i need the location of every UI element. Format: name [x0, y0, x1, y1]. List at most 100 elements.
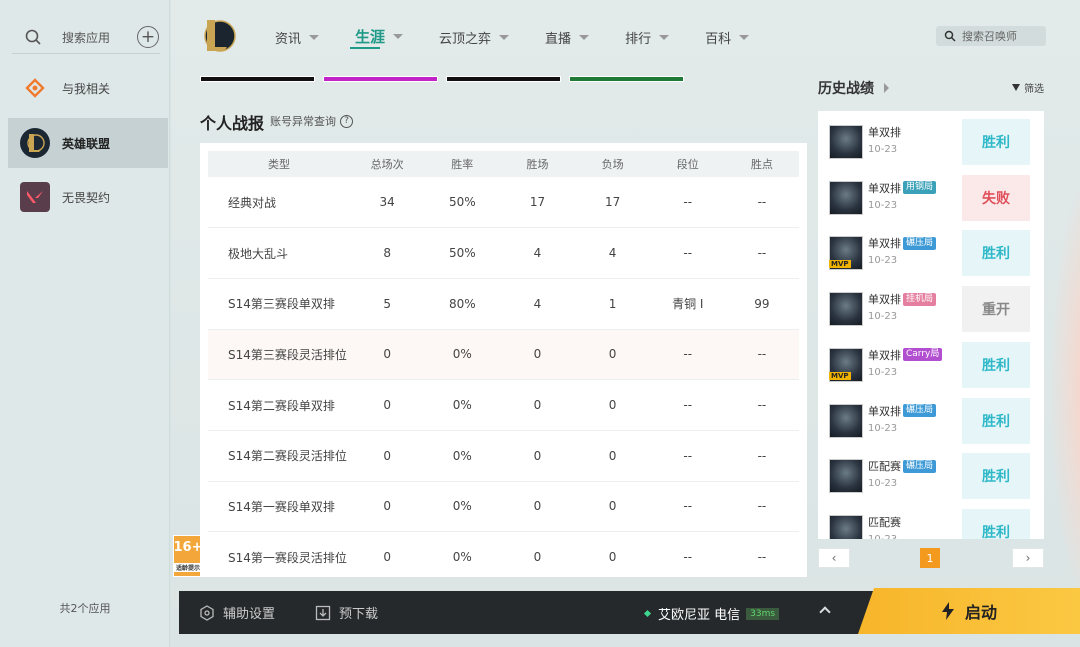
summoner-search-placeholder: 搜索召唤师 — [962, 30, 1017, 43]
age-rating-badge: 16+ 适龄提示 — [173, 535, 203, 577]
table-cell: 0% — [452, 550, 472, 565]
match-tag: 挂机局 — [903, 292, 937, 306]
match-mode-label: 单双排 — [868, 293, 901, 307]
current-page[interactable]: 1 — [920, 548, 940, 568]
champion-portrait — [829, 459, 863, 494]
tab-label: 资讯 — [275, 32, 302, 47]
banner-bar[interactable] — [569, 76, 684, 82]
app-search-label: 搜索应用 — [62, 31, 111, 45]
table-cell: 0% — [452, 499, 472, 514]
table-cell: 0 — [383, 347, 391, 362]
match-result: 胜利 — [962, 341, 1030, 388]
table-cell: 0 — [383, 398, 391, 413]
table-row[interactable]: 极地大乱斗 8 50% 4 4 -- -- — [208, 228, 799, 279]
chevron-down-icon — [499, 35, 510, 40]
col-type: 类型 — [268, 158, 291, 171]
table-cell: S14第二赛段灵活排位 — [228, 449, 347, 464]
tab-career[interactable]: 生涯 — [355, 26, 404, 47]
tab-tft[interactable]: 云顶之弈 — [439, 28, 510, 47]
help-icon: ? — [340, 114, 353, 128]
tab-live[interactable]: 直播 — [545, 28, 590, 47]
sidebar-item-related[interactable]: 与我相关 — [8, 63, 168, 113]
add-app-button[interactable]: + — [137, 26, 159, 48]
chevron-down-icon — [309, 35, 320, 40]
chevron-down-icon — [393, 34, 404, 39]
sidebar-item-lol[interactable]: 英雄联盟 — [8, 118, 168, 168]
table-row[interactable]: S14第一赛段灵活排位 0 0% 0 0 -- -- — [208, 532, 799, 577]
table-cell: 0 — [533, 398, 542, 413]
match-row[interactable]: 单双排 碾压局 10-23 胜利 — [818, 390, 1044, 446]
server-status-icon — [643, 609, 652, 618]
table-cell: 50% — [448, 246, 476, 261]
history-title[interactable]: 历史战绩 — [818, 78, 889, 98]
tab-ranking[interactable]: 排行 — [625, 28, 670, 47]
match-date: 10-23 — [868, 366, 898, 378]
tab-label: 生涯 — [355, 28, 386, 46]
match-tag: 碾压局 — [903, 404, 937, 417]
table-cell: 4 — [533, 296, 542, 311]
banner-bar[interactable] — [323, 76, 438, 82]
table-cell: S14第二赛段单双排 — [228, 398, 335, 413]
predownload-button[interactable]: 预下载 — [315, 603, 378, 622]
chevron-up-icon[interactable] — [819, 606, 831, 618]
table-row[interactable]: S14第三赛段单双排 5 80% 4 1 青铜 Ⅰ 99 — [208, 278, 799, 330]
match-row[interactable]: 单双排 挂机局 10-23 重开 — [818, 278, 1044, 334]
match-mode-label: 匹配赛 — [868, 460, 901, 474]
champion-portrait — [829, 292, 863, 327]
chevron-down-icon — [659, 35, 670, 40]
match-mode: 单双排 碾压局 — [868, 235, 937, 251]
match-tag: 用钢局 — [903, 181, 937, 195]
match-tag: 碾压局 — [903, 459, 937, 473]
match-mode: 单双排 Carry局 — [868, 347, 943, 363]
age-rating-number: 16+ — [173, 540, 203, 555]
table-cell: 5 — [383, 296, 391, 311]
table-cell: -- — [757, 398, 767, 413]
champion-portrait — [829, 514, 863, 539]
match-row[interactable]: MVP 单双排 Carry局 10-23 胜利 — [818, 334, 1044, 390]
tab-wiki[interactable]: 百科 — [705, 28, 750, 47]
next-page-button[interactable]: › — [1012, 548, 1044, 568]
table-row[interactable]: S14第三赛段灵活排位 0 0% 0 0 -- -- — [208, 329, 799, 380]
match-row[interactable]: 匹配赛 10-23 胜利 — [818, 501, 1044, 539]
col-lp: 胜点 — [750, 158, 773, 171]
sidebar-item-label: 英雄联盟 — [62, 136, 111, 151]
tab-news[interactable]: 资讯 — [275, 28, 320, 47]
champion-portrait — [829, 180, 863, 215]
match-mode-label: 单双排 — [868, 404, 901, 418]
match-row[interactable]: 匹配赛 碾压局 10-23 胜利 — [818, 445, 1044, 501]
match-row[interactable]: MVP 单双排 碾压局 10-23 胜利 — [818, 222, 1044, 278]
assist-settings-button[interactable]: 辅助设置 — [199, 603, 275, 622]
match-result: 胜利 — [962, 230, 1030, 277]
table-row[interactable]: 经典对战 34 50% 17 17 -- -- — [208, 177, 799, 228]
match-mode: 匹配赛 — [868, 514, 901, 530]
summoner-search-input[interactable]: 搜索召唤师 — [936, 26, 1046, 46]
banner-bar[interactable] — [446, 76, 561, 82]
table-cell: 0 — [533, 347, 542, 362]
sidebar-item-valorant[interactable]: 无畏契约 — [8, 172, 168, 222]
table-cell: S14第三赛段单双排 — [228, 297, 335, 312]
match-result: 胜利 — [962, 453, 1030, 500]
table-cell: 17 — [604, 195, 621, 210]
prev-page-button[interactable]: ‹ — [818, 548, 850, 568]
match-row[interactable]: 单双排 10-23 胜利 — [818, 111, 1044, 167]
server-selector[interactable]: 艾欧尼亚 电信 33ms — [643, 604, 780, 623]
account-check-link[interactable]: 账号异常查询 ? — [270, 113, 353, 129]
match-result: 失败 — [962, 174, 1030, 221]
table-cell: S14第一赛段灵活排位 — [228, 550, 347, 565]
match-date: 10-23 — [868, 199, 898, 211]
table-cell: -- — [683, 246, 693, 261]
filter-button[interactable]: 筛选 — [1012, 80, 1044, 95]
banner-bar[interactable] — [200, 76, 315, 82]
table-cell: 极地大乱斗 — [228, 246, 289, 261]
lol-logo-icon[interactable] — [200, 16, 236, 56]
table-row[interactable]: S14第一赛段单双排 0 0% 0 0 -- -- — [208, 481, 799, 532]
table-row[interactable]: S14第二赛段单双排 0 0% 0 0 -- -- — [208, 380, 799, 431]
match-date: 10-23 — [868, 144, 898, 155]
match-row[interactable]: 单双排 用钢局 10-23 失败 — [818, 167, 1044, 223]
match-result: 胜利 — [962, 397, 1030, 444]
background-art — [1050, 160, 1080, 620]
table-row[interactable]: S14第二赛段灵活排位 0 0% 0 0 -- -- — [208, 430, 799, 482]
table-cell: -- — [757, 195, 767, 210]
launch-button[interactable]: 启动 — [858, 588, 1080, 634]
match-mode: 匹配赛 碾压局 — [868, 458, 937, 474]
